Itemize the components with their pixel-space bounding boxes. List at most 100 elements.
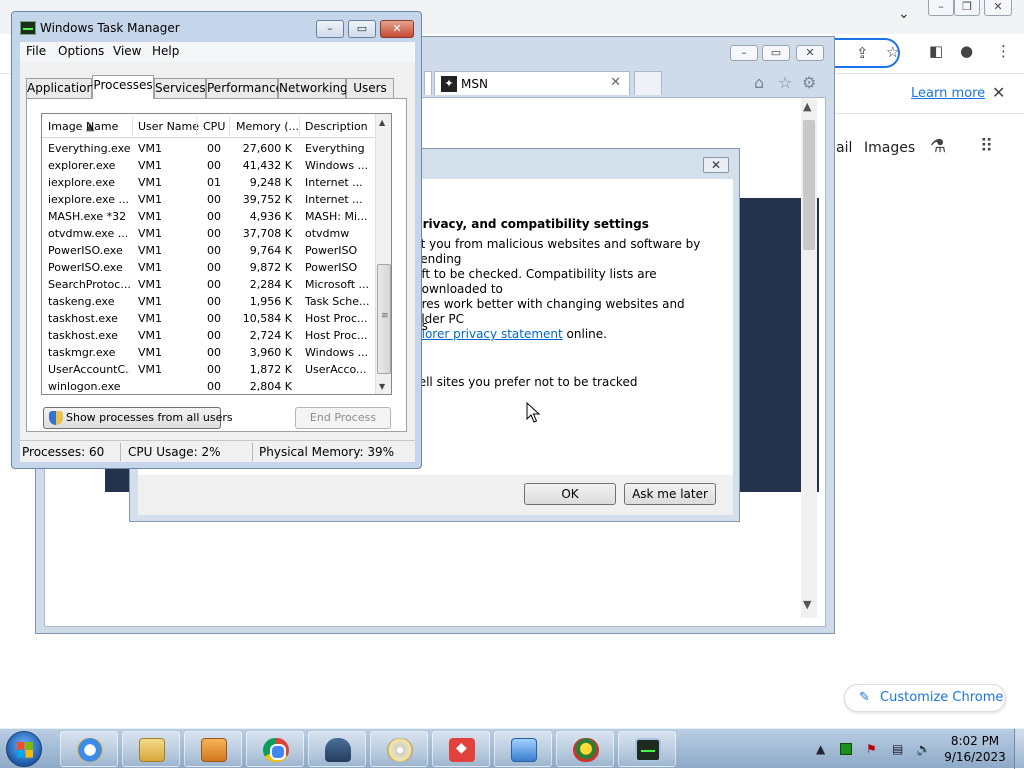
col-cpu[interactable]: CPU xyxy=(203,120,225,133)
tray-clock[interactable]: 8:02 PM 9/16/2023 xyxy=(940,733,1010,765)
sidebar-icon[interactable]: ◧ xyxy=(929,42,943,60)
table-row[interactable]: taskeng.exe VM1 00 1,956 K Task Sche... xyxy=(42,293,377,310)
new-tab-button[interactable] xyxy=(634,71,662,95)
tab-services[interactable]: Services xyxy=(154,78,206,98)
taskbar-control-panel[interactable] xyxy=(494,731,552,767)
taskbar-file-explorer[interactable] xyxy=(122,731,180,767)
table-row[interactable]: SearchProtoc... VM1 00 2,284 K Microsoft ... xyxy=(42,276,377,293)
process-list-scroll-thumb[interactable] xyxy=(377,264,391,374)
process-list-scrollbar[interactable]: ▲ ▼ xyxy=(375,114,391,394)
menu-file[interactable]: File xyxy=(26,44,46,58)
start-button[interactable] xyxy=(6,731,42,767)
taskbar-bug-app[interactable] xyxy=(556,731,614,767)
table-row[interactable]: iexplore.exe ... VM1 00 39,752 K Internet ..… xyxy=(42,191,377,208)
tab-close-icon[interactable]: ✕ xyxy=(610,75,621,90)
ie-scroll-thumb[interactable] xyxy=(803,120,815,250)
tray-volume-icon[interactable]: 🔈 xyxy=(916,742,931,756)
table-row[interactable]: PowerISO.exe VM1 00 9,872 K PowerISO xyxy=(42,259,377,276)
dialog-close-button[interactable]: ✕ xyxy=(703,157,729,173)
tab-msn[interactable]: ✦ MSN ✕ xyxy=(434,71,630,95)
ie-maximize-button[interactable]: ▭ xyxy=(762,45,790,61)
col-memory[interactable]: Memory (... xyxy=(236,120,299,133)
chrome-minimize-button[interactable]: – xyxy=(928,0,954,16)
favorites-star-icon[interactable]: ☆ xyxy=(778,73,792,92)
learn-more-link[interactable]: Learn more xyxy=(911,86,985,101)
table-row[interactable]: otvdmw.exe ... VM1 00 37,708 K otvdmw xyxy=(42,225,377,242)
process-user-name: VM1 xyxy=(138,159,163,172)
chrome-restore-button[interactable]: ❐ xyxy=(954,0,980,16)
menu-view[interactable]: View xyxy=(113,44,141,58)
ie-tab-prev[interactable] xyxy=(424,71,432,95)
menu-options[interactable]: Options xyxy=(58,44,104,58)
table-row[interactable]: taskhost.exe VM1 00 10,584 K Host Proc... xyxy=(42,310,377,327)
tab-search-chevron-icon[interactable]: ⌄ xyxy=(898,6,910,22)
tm-maximize-button[interactable]: ▭ xyxy=(348,20,376,38)
home-icon[interactable]: ⌂ xyxy=(754,73,764,92)
apps-grid-icon[interactable]: ⠿ xyxy=(980,136,993,157)
table-row[interactable]: MASH.exe *32 VM1 00 4,936 K MASH: Mi... xyxy=(42,208,377,225)
tray-monitor-icon[interactable] xyxy=(840,743,852,755)
taskbar-car-app[interactable] xyxy=(308,731,366,767)
scroll-up-icon[interactable]: ▲ xyxy=(379,118,385,127)
col-separator[interactable] xyxy=(196,116,197,136)
taskbar-chrome[interactable] xyxy=(246,731,304,767)
taskbar-anydesk[interactable] xyxy=(432,731,490,767)
table-row[interactable]: Everything.exe VM1 00 27,600 K Everything xyxy=(42,140,377,157)
tab-applications[interactable]: Applications xyxy=(26,78,100,98)
share-icon[interactable]: ⇪ xyxy=(856,44,869,62)
images-link[interactable]: Images xyxy=(864,140,915,156)
scroll-down-icon[interactable]: ▼ xyxy=(379,382,385,391)
table-row[interactable]: winlogon.exe 00 2,804 K xyxy=(42,378,377,394)
tray-network-icon[interactable]: ▤ xyxy=(892,742,903,756)
tm-close-button[interactable]: ✕ xyxy=(380,20,414,38)
ie-scrollbar[interactable]: ▲ ▼ xyxy=(801,98,817,618)
tray-expand-icon[interactable]: ▲ xyxy=(816,742,825,756)
scroll-up-icon[interactable]: ▲ xyxy=(803,100,811,113)
taskbar-task-manager[interactable] xyxy=(618,731,676,767)
tab-users[interactable]: Users xyxy=(346,78,394,98)
ie-minimize-button[interactable]: – xyxy=(730,45,758,61)
show-all-processes-button[interactable]: Show processes from all users xyxy=(43,407,233,429)
tm-minimize-button[interactable]: – xyxy=(316,20,344,38)
menu-dots-icon[interactable]: ⋮ xyxy=(996,42,1011,60)
col-image-name[interactable]: Image Name xyxy=(48,120,118,133)
privacy-statement-link[interactable]: plorer privacy statement xyxy=(414,327,563,341)
process-user-name: VM1 xyxy=(138,176,163,189)
gmail-link[interactable]: ail xyxy=(836,140,852,156)
tools-gear-icon[interactable]: ⚙ xyxy=(802,73,816,92)
taskbar-internet-explorer[interactable] xyxy=(60,731,118,767)
ask-me-later-button[interactable]: Ask me later xyxy=(624,483,716,505)
process-list[interactable]: ▲ Image Name User Name CPU Memory (... D… xyxy=(41,113,392,395)
table-row[interactable]: explorer.exe VM1 00 41,432 K Windows ... xyxy=(42,157,377,174)
col-user-name[interactable]: User Name xyxy=(138,120,199,133)
star-icon[interactable]: ☆ xyxy=(886,43,899,61)
table-row[interactable]: iexplore.exe VM1 01 9,248 K Internet ... xyxy=(42,174,377,191)
customize-chrome-button[interactable]: ✎ Customize Chrome xyxy=(844,684,1006,712)
table-row[interactable]: PowerISO.exe VM1 00 9,764 K PowerISO xyxy=(42,242,377,259)
end-process-button[interactable]: End Process xyxy=(295,407,391,429)
ie-close-button[interactable]: ✕ xyxy=(796,45,824,61)
scroll-down-icon[interactable]: ▼ xyxy=(803,598,811,611)
show-desktop-button[interactable] xyxy=(1014,729,1024,769)
ok-button[interactable]: OK xyxy=(524,483,616,505)
taskbar-disc-app[interactable] xyxy=(370,731,428,767)
tab-processes[interactable]: Processes xyxy=(92,75,154,99)
table-row[interactable]: taskmgr.exe VM1 00 3,960 K Windows ... xyxy=(42,344,377,361)
table-row[interactable]: taskhost.exe VM1 00 2,724 K Host Proc... xyxy=(42,327,377,344)
col-description[interactable]: Description xyxy=(305,120,368,133)
labs-flask-icon[interactable]: ⚗ xyxy=(930,136,946,157)
profile-icon[interactable]: ● xyxy=(960,42,973,60)
taskbar-media-player[interactable] xyxy=(184,731,242,767)
col-separator[interactable] xyxy=(299,116,300,136)
omnibox[interactable]: ⇪ ☆ xyxy=(830,38,900,68)
infobar-close-icon[interactable]: ✕ xyxy=(992,83,1005,102)
tab-networking[interactable]: Networking xyxy=(278,78,348,98)
chrome-close-button[interactable]: ✕ xyxy=(984,0,1012,16)
msn-logo-icon: ✦ xyxy=(441,76,457,92)
col-separator[interactable] xyxy=(132,116,133,136)
table-row[interactable]: UserAccountC... VM1 00 1,872 K UserAcco... xyxy=(42,361,377,378)
col-separator[interactable] xyxy=(229,116,230,136)
menu-help[interactable]: Help xyxy=(152,44,179,58)
tab-performance[interactable]: Performance xyxy=(206,78,283,98)
tray-action-center-icon[interactable]: ⚑ xyxy=(866,742,877,756)
